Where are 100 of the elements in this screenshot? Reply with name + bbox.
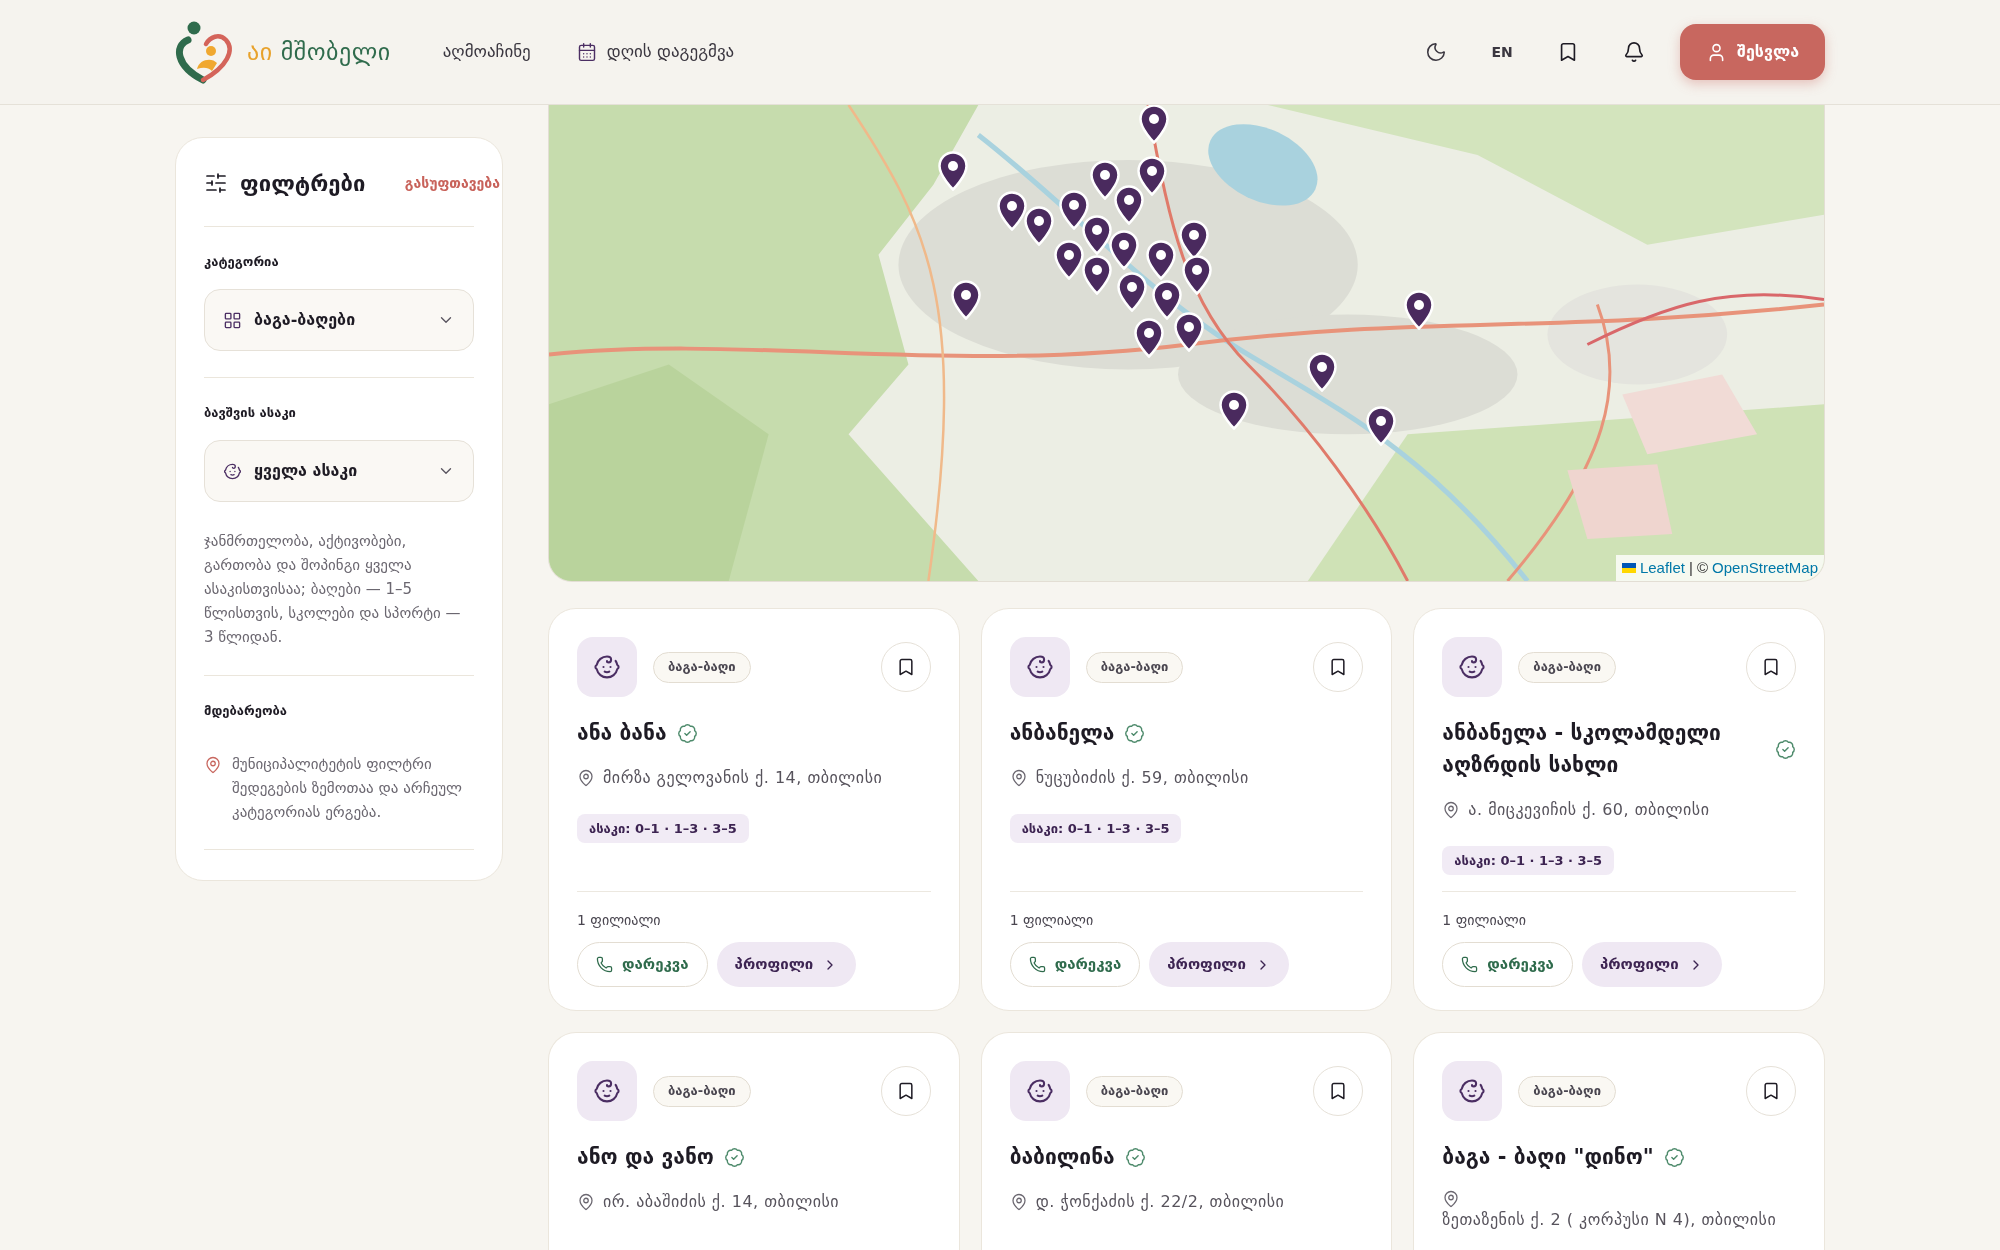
category-tag: ბაგა-ბაღი — [1518, 1075, 1616, 1107]
age-range-tag: ასაკი: 0–1 · 1–3 · 3–5 — [1442, 846, 1615, 875]
baby-face-icon — [1442, 637, 1503, 697]
branch-count: 1 ფილიალი — [577, 911, 662, 930]
category-select[interactable]: ბაგა-ბაღები — [204, 289, 474, 351]
logo-wordmark[interactable]: აი მშობელი — [247, 34, 391, 70]
location-pin-icon — [1009, 769, 1028, 787]
nav-link[interactable]: დღის დაგეგმვა — [576, 39, 735, 65]
map-pin-icon[interactable] — [1082, 215, 1112, 255]
map-pin-icon[interactable] — [1024, 206, 1054, 246]
map-pin-icon[interactable] — [1139, 105, 1169, 144]
map-pin-icon[interactable] — [1219, 390, 1249, 430]
listing-name[interactable]: ანა ბანა — [577, 717, 667, 749]
age-note: ჯანმრთელობა, აქტივობები, გართობა და შოპინგი ყველა ასაკისთვისაა; ბაღები — 1–5 წლისთვის, სკოლები და სპორტი — 3 წლიდან. — [204, 531, 462, 648]
baby-face-icon — [577, 637, 637, 697]
location-note: მუნიციპალიტეტის ფილტრი შედეგების ზემოთაა და არჩეულ კატეგორიას ერგება. — [232, 754, 463, 823]
map-pin-icon[interactable] — [951, 280, 981, 320]
category-tag: ბაგა-ბაღი — [653, 1075, 751, 1107]
bookmark-button[interactable] — [1746, 1066, 1796, 1116]
bell-icon — [1623, 41, 1646, 63]
map-pin-icon[interactable] — [1307, 352, 1337, 392]
map-pin-icon[interactable] — [1109, 230, 1139, 270]
bookmark-button[interactable] — [1746, 642, 1796, 692]
listing-name[interactable]: ბაგა - ბაღი "დინო" — [1442, 1141, 1654, 1173]
map-pin-icon[interactable] — [1179, 220, 1209, 260]
profile-button[interactable]: პროფილი — [1581, 942, 1722, 987]
listing-address: ირ. აბაშიძის ქ. 14, თბილისი — [603, 1191, 840, 1213]
location-pin-icon — [577, 1193, 595, 1211]
category-tag: ბაგა-ბაღი — [1085, 1075, 1184, 1107]
nav-link[interactable]: აღმოაჩინე — [442, 39, 531, 65]
grid-icon — [223, 310, 242, 330]
map-pin-icon[interactable] — [1366, 406, 1396, 446]
phone-icon — [1461, 956, 1479, 973]
map-pin-icon[interactable] — [1117, 272, 1147, 312]
listing-name[interactable]: ანბანელა - სკოლამდელი აღზრდის სახლი — [1442, 717, 1765, 781]
baby-face-icon — [1009, 1061, 1070, 1121]
listing-address: დ. ჭონქაძის ქ. 22/2, თბილისი — [1035, 1191, 1285, 1213]
moon-icon — [1425, 41, 1448, 63]
calendar-icon — [576, 42, 597, 62]
phone-icon — [1028, 956, 1046, 973]
listing-name[interactable]: ანო და ვანო — [577, 1141, 714, 1173]
map-pin-icon[interactable] — [1090, 160, 1120, 200]
branch-count: 1 ფილიალი — [1009, 911, 1095, 930]
map-pin-icon[interactable] — [1082, 255, 1112, 295]
filters-title: ფილტრები — [240, 169, 366, 198]
category-tag: ბაგა-ბაღი — [1518, 651, 1616, 683]
listing-name[interactable]: ანბანელა — [1009, 717, 1115, 749]
login-button[interactable]: შესვლა — [1680, 24, 1825, 80]
map-pin-icon[interactable] — [1137, 156, 1167, 196]
location-pin-icon — [1442, 1190, 1461, 1208]
age-select[interactable]: ყველა ასაკი — [204, 440, 474, 502]
map-pin-icon[interactable] — [1152, 280, 1182, 320]
map-pin-icon[interactable] — [938, 151, 968, 191]
location-pin-icon — [1009, 1193, 1028, 1211]
openstreetmap-link[interactable]: OpenStreetMap — [1712, 556, 1818, 579]
baby-face-icon — [1442, 1061, 1503, 1121]
phone-icon — [596, 956, 613, 973]
bookmark-button[interactable] — [880, 1066, 931, 1116]
bookmark-button[interactable] — [1313, 1066, 1364, 1116]
map-panel[interactable]: Leaflet | © OpenStreetMap — [548, 105, 1825, 582]
language-button[interactable]: EN — [1482, 32, 1523, 72]
location-pin-icon — [1442, 801, 1461, 819]
baby-face-icon — [1009, 637, 1070, 697]
map-pin-icon[interactable] — [1134, 318, 1164, 358]
profile-button[interactable]: პროფილი — [1149, 942, 1289, 987]
baby-face-icon — [223, 461, 242, 481]
call-button[interactable]: დარეკვა — [1009, 942, 1141, 987]
clear-filters-button[interactable]: გასუფთავება — [404, 172, 500, 194]
listing-name[interactable]: ბაბილინა — [1009, 1141, 1115, 1173]
category-tag: ბაგა-ბაღი — [1085, 651, 1184, 683]
listing-address: მირზა გელოვანის ქ. 14, თბილისი — [603, 767, 883, 789]
listing-address: ნუცუბიძის ქ. 59, თბილისი — [1035, 767, 1249, 789]
filter-label: კატეგორია — [204, 253, 280, 271]
map-pin-icon[interactable] — [1054, 240, 1084, 280]
call-button[interactable]: დარეკვა — [577, 942, 708, 987]
age-range-tag: ასაკი: 0–1 · 1–3 · 3–5 — [577, 814, 749, 843]
attribution-text: | © — [1688, 557, 1709, 578]
map-pin-icon[interactable] — [1146, 240, 1176, 280]
location-pin-icon — [577, 769, 595, 787]
baby-face-icon — [577, 1061, 637, 1121]
map-pin-icon[interactable] — [1182, 255, 1212, 295]
leaflet-link[interactable]: Leaflet — [1639, 556, 1685, 579]
filter-label: ბავშვის ასაკი — [204, 404, 297, 422]
bookmark-button[interactable] — [880, 642, 931, 692]
flag-icon — [1621, 562, 1636, 573]
branch-count: 1 ფილიალი — [1442, 911, 1527, 930]
map-pin-icon[interactable] — [997, 191, 1027, 231]
bookmark-button[interactable] — [1313, 642, 1364, 692]
map-pin-icon[interactable] — [1059, 190, 1089, 230]
category-tag: ბაგა-ბაღი — [653, 651, 751, 683]
location-pin-icon — [204, 756, 222, 774]
map-pin-icon[interactable] — [1114, 185, 1144, 225]
sliders-icon — [204, 171, 228, 195]
age-range-tag: ასაკი: 0–1 · 1–3 · 3–5 — [1009, 814, 1182, 843]
map-pin-icon[interactable] — [1174, 312, 1204, 352]
listing-address: ა. მიცკევიჩის ქ. 60, თბილისი — [1468, 799, 1710, 821]
profile-button[interactable]: პროფილი — [716, 942, 857, 987]
listing-address: ზეთაზენის ქ. 2 ( კორპუსი N 4), თბილისი — [1442, 1209, 1777, 1231]
map-pin-icon[interactable] — [1404, 290, 1434, 330]
call-button[interactable]: დარეკვა — [1442, 942, 1573, 987]
